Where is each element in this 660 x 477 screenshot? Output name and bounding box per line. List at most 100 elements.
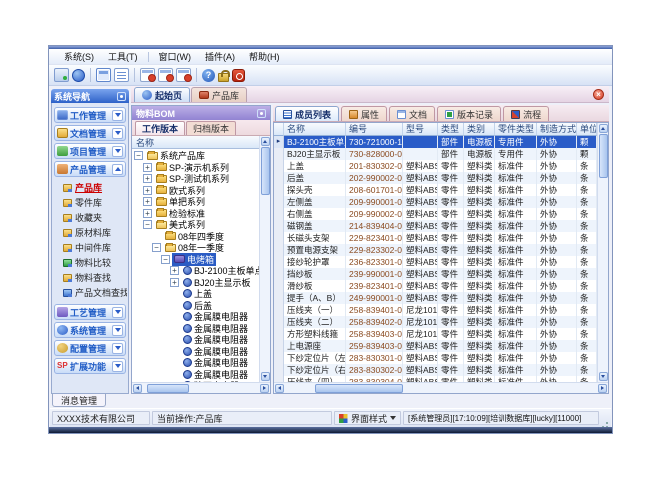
table-row[interactable]: 预置电源支架229-823302-00E塑料ABS零件塑料类标准件外协条 — [274, 244, 597, 256]
tab-member-list[interactable]: 成员列表 — [275, 106, 339, 121]
table-row[interactable]: 上电源座259-839403-00E塑料ABS零件塑料类标准件外协条 — [274, 340, 597, 352]
scroll-down-icon[interactable] — [599, 372, 608, 381]
tree-vertical-scrollbar[interactable] — [259, 136, 270, 382]
scroll-down-icon[interactable] — [261, 372, 270, 381]
monitor-icon[interactable] — [54, 68, 69, 82]
column-header-category[interactable]: 类别 — [464, 123, 495, 136]
tree-expand-icon[interactable]: + — [143, 197, 152, 206]
tab-archived-version[interactable]: 归档版本 — [186, 121, 236, 135]
table-row[interactable]: 左侧盖209-990001-01E塑料ABS零件塑料类标准件外协条 — [274, 196, 597, 208]
scroll-left-icon[interactable] — [133, 384, 142, 393]
sidebar-item-intermediate-library[interactable]: 中间件库 — [53, 240, 127, 255]
table-horizontal-scrollbar[interactable] — [274, 382, 608, 393]
table-row[interactable]: BJ20主显示板730-828000-04E部件电源板专用件外协颗 — [274, 148, 597, 160]
sidebar-item-material-search[interactable]: 物料查找 — [53, 270, 127, 285]
chevron-down-icon[interactable] — [112, 128, 123, 139]
sidebar-section-configuration-management[interactable]: 配置管理 — [54, 340, 126, 356]
window-folder-icon[interactable] — [96, 68, 111, 82]
table-row[interactable]: 右侧盖209-990002-01E塑料ABS零件塑料类标准件外协条 — [274, 208, 597, 220]
scrollbar-thumb[interactable] — [147, 384, 189, 393]
tree-collapse-icon[interactable]: − — [152, 243, 161, 252]
tree-expand-icon[interactable]: + — [143, 209, 152, 218]
scrollbar-thumb[interactable] — [315, 384, 403, 393]
globe-icon[interactable] — [72, 69, 85, 82]
tree-collapse-icon[interactable]: − — [134, 151, 143, 160]
tree-expand-icon[interactable]: + — [143, 163, 152, 172]
chevron-down-icon[interactable] — [112, 325, 123, 336]
sidebar-section-document-management[interactable]: 文档管理 — [54, 125, 126, 141]
sidebar-section-extensions[interactable]: SP扩展功能 — [54, 358, 126, 374]
table-row[interactable]: 压线夹（二）258-839402-00E尼龙1010零件塑料类标准件外协条 — [274, 316, 597, 328]
table-row[interactable]: 接纱轮护罩236-823301-00E塑料ABS零件塑料类标准件外协条 — [274, 256, 597, 268]
tab-working-version[interactable]: 工作版本 — [135, 121, 185, 135]
sidebar-item-product-doc-search[interactable]: 产品文档查找 — [53, 285, 127, 300]
sidebar-section-product-management[interactable]: 产品管理 — [54, 161, 126, 177]
table-row[interactable]: 磁钢盖214-839404-01E塑料ABS零件塑料类标准件外协条 — [274, 220, 597, 232]
scroll-right-icon[interactable] — [260, 384, 269, 393]
column-header-unit[interactable]: 单位 — [577, 123, 597, 136]
menu-item-4[interactable]: 帮助(H) — [242, 49, 287, 64]
table-row[interactable]: 长磁头支架229-823401-00E塑料ABS零件塑料类标准件外协条 — [274, 232, 597, 244]
table-row[interactable]: 压线夹（一）258-839401-00E尼龙1010零件塑料类标准件外协条 — [274, 304, 597, 316]
chevron-down-icon[interactable] — [112, 110, 123, 121]
table-row[interactable]: 滑纱板239-823401-00E塑料ABS零件塑料类标准件外协条 — [274, 280, 597, 292]
tree-horizontal-scrollbar[interactable] — [132, 382, 270, 393]
column-header-code[interactable]: 编号 — [346, 123, 403, 136]
menu-item-0[interactable]: 系统(S) — [57, 49, 101, 64]
column-header-type[interactable]: 类型 — [438, 123, 464, 136]
column-header-model[interactable]: 型号 — [403, 123, 438, 136]
sidebar-section-work-management[interactable]: 工作管理 — [54, 107, 126, 123]
tree-expand-icon[interactable]: + — [170, 278, 179, 287]
tab-start-page[interactable]: 起始页 — [134, 87, 190, 102]
tab-workflow[interactable]: 流程 — [503, 106, 549, 121]
sidebar-item-raw-material-library[interactable]: 原材料库 — [53, 225, 127, 240]
logout-icon[interactable] — [232, 69, 245, 82]
close-tab-icon[interactable]: × — [593, 89, 604, 100]
sidebar-item-parts-library[interactable]: 零件库 — [53, 195, 127, 210]
table-row[interactable]: 提手（A、B）249-990001-01E塑料ABS零件塑料类标准件外协条 — [274, 292, 597, 304]
tab-documents[interactable]: 文档 — [389, 106, 435, 121]
table-row[interactable]: ▸BJ-2100主板单点730-721000-12E部件电源板专用件外协颗 — [274, 136, 597, 148]
table-row[interactable]: 下纱定位片（右）283-830302-00E塑料ABS零件塑料类标准件外协条 — [274, 364, 597, 376]
sidebar-section-project-management[interactable]: 项目管理 — [54, 143, 126, 159]
tab-version-history[interactable]: 版本记录 — [437, 106, 501, 121]
tree-collapse-icon[interactable]: − — [161, 255, 170, 264]
table-row[interactable]: 挡纱板239-990001-01E塑料ABS零件塑料类标准件外协条 — [274, 268, 597, 280]
scroll-right-icon[interactable] — [598, 384, 607, 393]
sidebar-item-material-compare[interactable]: 物料比较 — [53, 255, 127, 270]
chevron-up-icon[interactable] — [112, 164, 123, 175]
column-header-name[interactable]: 名称 — [284, 123, 346, 136]
window-open-badge-icon[interactable] — [158, 68, 173, 82]
table-row[interactable]: 上盖201-830302-00E塑料ABS零件塑料类标准件外协条 — [274, 160, 597, 172]
sidebar-section-process-management[interactable]: 工艺管理 — [54, 304, 126, 320]
pushpin-icon[interactable] — [257, 109, 266, 118]
chevron-down-icon[interactable] — [112, 343, 123, 354]
chevron-down-icon[interactable] — [112, 307, 123, 318]
tree-column-header[interactable]: 名称 — [132, 136, 259, 149]
window-new-badge-icon[interactable] — [140, 68, 155, 82]
table-view-icon[interactable] — [114, 68, 129, 82]
scroll-left-icon[interactable] — [275, 384, 284, 393]
tree-expand-icon[interactable]: + — [143, 186, 152, 195]
column-header-part-type[interactable]: 零件类型 — [495, 123, 537, 136]
tree-collapse-icon[interactable]: − — [143, 220, 152, 229]
resize-grip[interactable] — [601, 411, 609, 425]
lock-icon[interactable] — [218, 73, 229, 82]
tree-expand-icon[interactable]: + — [170, 266, 179, 275]
menu-item-2[interactable]: 窗口(W) — [152, 49, 199, 64]
sidebar-item-product-library[interactable]: 产品库 — [53, 180, 127, 195]
table-row[interactable]: 后盖202-990002-01E塑料ABS零件塑料类标准件外协条 — [274, 172, 597, 184]
menu-item-3[interactable]: 插件(A) — [198, 49, 242, 64]
table-row[interactable]: 探头壳208-601701-01E塑料ABS零件塑料类标准件外协条 — [274, 184, 597, 196]
message-management-tab[interactable]: 消息管理 — [52, 394, 106, 407]
pushpin-icon[interactable] — [117, 92, 126, 101]
chevron-down-icon[interactable] — [112, 146, 123, 157]
table-vertical-scrollbar[interactable] — [597, 123, 608, 382]
window-close-badge-icon[interactable] — [176, 68, 191, 82]
tab-properties[interactable]: 属性 — [341, 106, 387, 121]
scroll-up-icon[interactable] — [261, 137, 270, 146]
help-icon[interactable] — [202, 69, 215, 82]
chevron-down-icon[interactable] — [112, 361, 123, 372]
sidebar-section-system-management[interactable]: 系统管理 — [54, 322, 126, 338]
column-header-make-mode[interactable]: 制造方式 — [537, 123, 577, 136]
